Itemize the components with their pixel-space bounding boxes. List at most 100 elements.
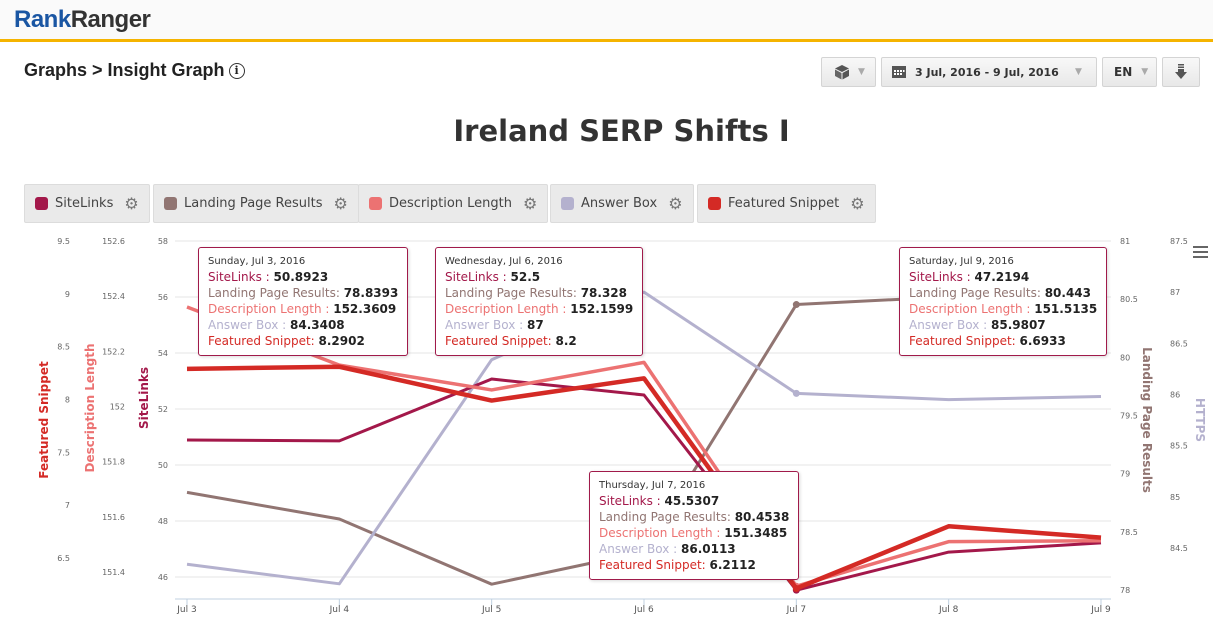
cube-dropdown-button[interactable]: ▼ xyxy=(821,57,876,87)
tooltip-row-sitelinks: SiteLinks : 52.5 xyxy=(445,270,541,284)
top-bar: RankRanger xyxy=(0,0,1213,42)
x-tick-label: Jul 3 xyxy=(176,605,196,615)
legend-label: Answer Box xyxy=(581,196,658,211)
tooltip-row-sitelinks: SiteLinks : 45.5307 xyxy=(599,494,720,508)
chart-title: Ireland SERP Shifts I xyxy=(453,114,790,148)
y-tick-label: 152 xyxy=(110,403,125,412)
tooltip-jul-7: Thursday, Jul 7, 2016 SiteLinks : 45.530… xyxy=(589,471,800,580)
calendar-icon xyxy=(892,66,906,78)
gear-icon[interactable]: ⚙ xyxy=(668,194,682,213)
y-tick-label: 48 xyxy=(158,517,168,526)
y-tick-label: 85.5 xyxy=(1170,442,1188,451)
legend-swatch xyxy=(164,197,177,210)
date-range-text: 3 Jul, 2016 - 9 Jul, 2016 xyxy=(915,65,1059,79)
tooltip-row-description: Description Length : 151.5135 xyxy=(909,302,1098,316)
cube-icon xyxy=(835,65,849,80)
gear-icon[interactable]: ⚙ xyxy=(124,194,138,213)
y-tick-label: 78.5 xyxy=(1120,528,1138,537)
tooltip-row-landing: Landing Page Results: 78.328 xyxy=(445,286,627,300)
gear-icon[interactable]: ⚙ xyxy=(333,194,347,213)
legend-item-description-length[interactable]: Description Length ⚙ xyxy=(358,184,549,223)
breadcrumb-text: Graphs > Insight Graph xyxy=(24,60,225,80)
tooltip-date: Sunday, Jul 3, 2016 xyxy=(208,256,306,267)
tooltip-jul-6: Wednesday, Jul 6, 2016 SiteLinks : 52.5 … xyxy=(435,247,644,356)
download-icon xyxy=(1175,64,1187,79)
legend-swatch xyxy=(708,197,721,210)
tooltip-row-description: Description Length : 151.3485 xyxy=(599,526,788,540)
x-tick-label: Jul 5 xyxy=(481,605,501,615)
y-tick-label: 85 xyxy=(1170,493,1180,502)
legend-item-sitelinks[interactable]: SiteLinks ⚙ xyxy=(24,184,150,223)
y-axis-title: SiteLinks xyxy=(137,367,151,429)
data-point xyxy=(792,585,800,593)
tooltip-row-snippet: Featured Snippet: 6.2112 xyxy=(599,558,756,572)
y-tick-label: 78 xyxy=(1120,586,1130,595)
tooltip-row-answer: Answer Box : 85.9807 xyxy=(909,318,1046,332)
tooltip-row-snippet: Featured Snippet: 8.2902 xyxy=(208,334,365,348)
legend-label: Description Length xyxy=(389,196,513,211)
rankranger-logo[interactable]: RankRanger xyxy=(14,6,151,34)
y-tick-label: 8.5 xyxy=(57,343,70,352)
y-tick-label: 79.5 xyxy=(1120,412,1138,421)
y-tick-label: 9.5 xyxy=(57,237,70,246)
y-tick-label: 50 xyxy=(158,461,168,470)
x-tick-label: Jul 6 xyxy=(633,605,654,615)
info-icon[interactable]: i xyxy=(228,62,245,79)
legend-item-landing-page-results[interactable]: Landing Page Results ⚙ xyxy=(153,184,359,223)
x-tick-label: Jul 7 xyxy=(786,605,806,615)
y-tick-label: 8 xyxy=(65,396,70,405)
tooltip-row-description: Description Length : 152.1599 xyxy=(445,302,634,316)
y-tick-label: 9 xyxy=(65,290,70,299)
y-tick-label: 152.2 xyxy=(102,347,125,356)
breadcrumb: Graphs > Insight Graph i xyxy=(24,60,245,81)
legend-item-answer-box[interactable]: Answer Box ⚙ xyxy=(550,184,694,223)
tooltip-row-landing: Landing Page Results: 80.4538 xyxy=(599,510,790,524)
y-tick-label: 52 xyxy=(158,405,168,414)
tooltip-date: Saturday, Jul 9, 2016 xyxy=(909,256,1014,267)
x-tick-label: Jul 8 xyxy=(938,605,959,615)
y-tick-label: 80 xyxy=(1120,353,1130,362)
y-tick-label: 86.5 xyxy=(1170,339,1188,348)
y-tick-label: 152.4 xyxy=(102,292,125,301)
legend-swatch xyxy=(561,197,574,210)
data-point xyxy=(792,389,800,397)
y-tick-label: 84.5 xyxy=(1170,544,1188,553)
legend-label: SiteLinks xyxy=(55,196,114,211)
y-tick-label: 46 xyxy=(158,573,168,582)
tooltip-row-landing: Landing Page Results: 80.443 xyxy=(909,286,1091,300)
download-button[interactable] xyxy=(1162,57,1200,87)
legend-item-featured-snippet[interactable]: Featured Snippet ⚙ xyxy=(697,184,876,223)
tooltip-row-landing: Landing Page Results: 78.8393 xyxy=(208,286,399,300)
tooltip-jul-3: Sunday, Jul 3, 2016 SiteLinks : 50.8923 … xyxy=(198,247,409,356)
tooltip-row-sitelinks: SiteLinks : 50.8923 xyxy=(208,270,329,284)
chevron-down-icon: ▼ xyxy=(1075,67,1082,77)
y-tick-label: 151.6 xyxy=(102,513,125,522)
legend-swatch xyxy=(369,197,382,210)
y-tick-label: 87 xyxy=(1170,288,1180,297)
tooltip-date: Wednesday, Jul 6, 2016 xyxy=(445,256,563,267)
x-tick-label: Jul 4 xyxy=(329,605,350,615)
y-tick-label: 79 xyxy=(1120,470,1130,479)
chevron-down-icon: ▼ xyxy=(858,67,865,77)
gear-icon[interactable]: ⚙ xyxy=(850,194,864,213)
y-axis-title: HTTPS xyxy=(1193,398,1207,442)
y-tick-label: 86 xyxy=(1170,391,1180,400)
y-axis-title: Landing Page Results xyxy=(1140,347,1154,493)
y-tick-label: 6.5 xyxy=(57,554,70,563)
language-text: EN xyxy=(1114,65,1133,79)
chevron-down-icon: ▼ xyxy=(1141,67,1149,77)
y-tick-label: 7.5 xyxy=(57,448,70,457)
chart-menu-icon[interactable] xyxy=(1193,246,1208,261)
y-tick-label: 152.6 xyxy=(102,237,125,246)
y-tick-label: 81 xyxy=(1120,237,1130,246)
data-point xyxy=(792,301,800,309)
legend-label: Featured Snippet xyxy=(728,196,840,211)
date-range-picker[interactable]: 3 Jul, 2016 - 9 Jul, 2016 ▼ xyxy=(881,57,1097,87)
legend-swatch xyxy=(35,197,48,210)
gear-icon[interactable]: ⚙ xyxy=(523,194,537,213)
tooltip-row-snippet: Featured Snippet: 8.2 xyxy=(445,334,577,348)
language-dropdown[interactable]: EN ▼ xyxy=(1102,57,1157,87)
y-tick-label: 7 xyxy=(65,501,70,510)
y-axis-title: Description Length xyxy=(83,344,97,473)
y-tick-label: 80.5 xyxy=(1120,295,1138,304)
